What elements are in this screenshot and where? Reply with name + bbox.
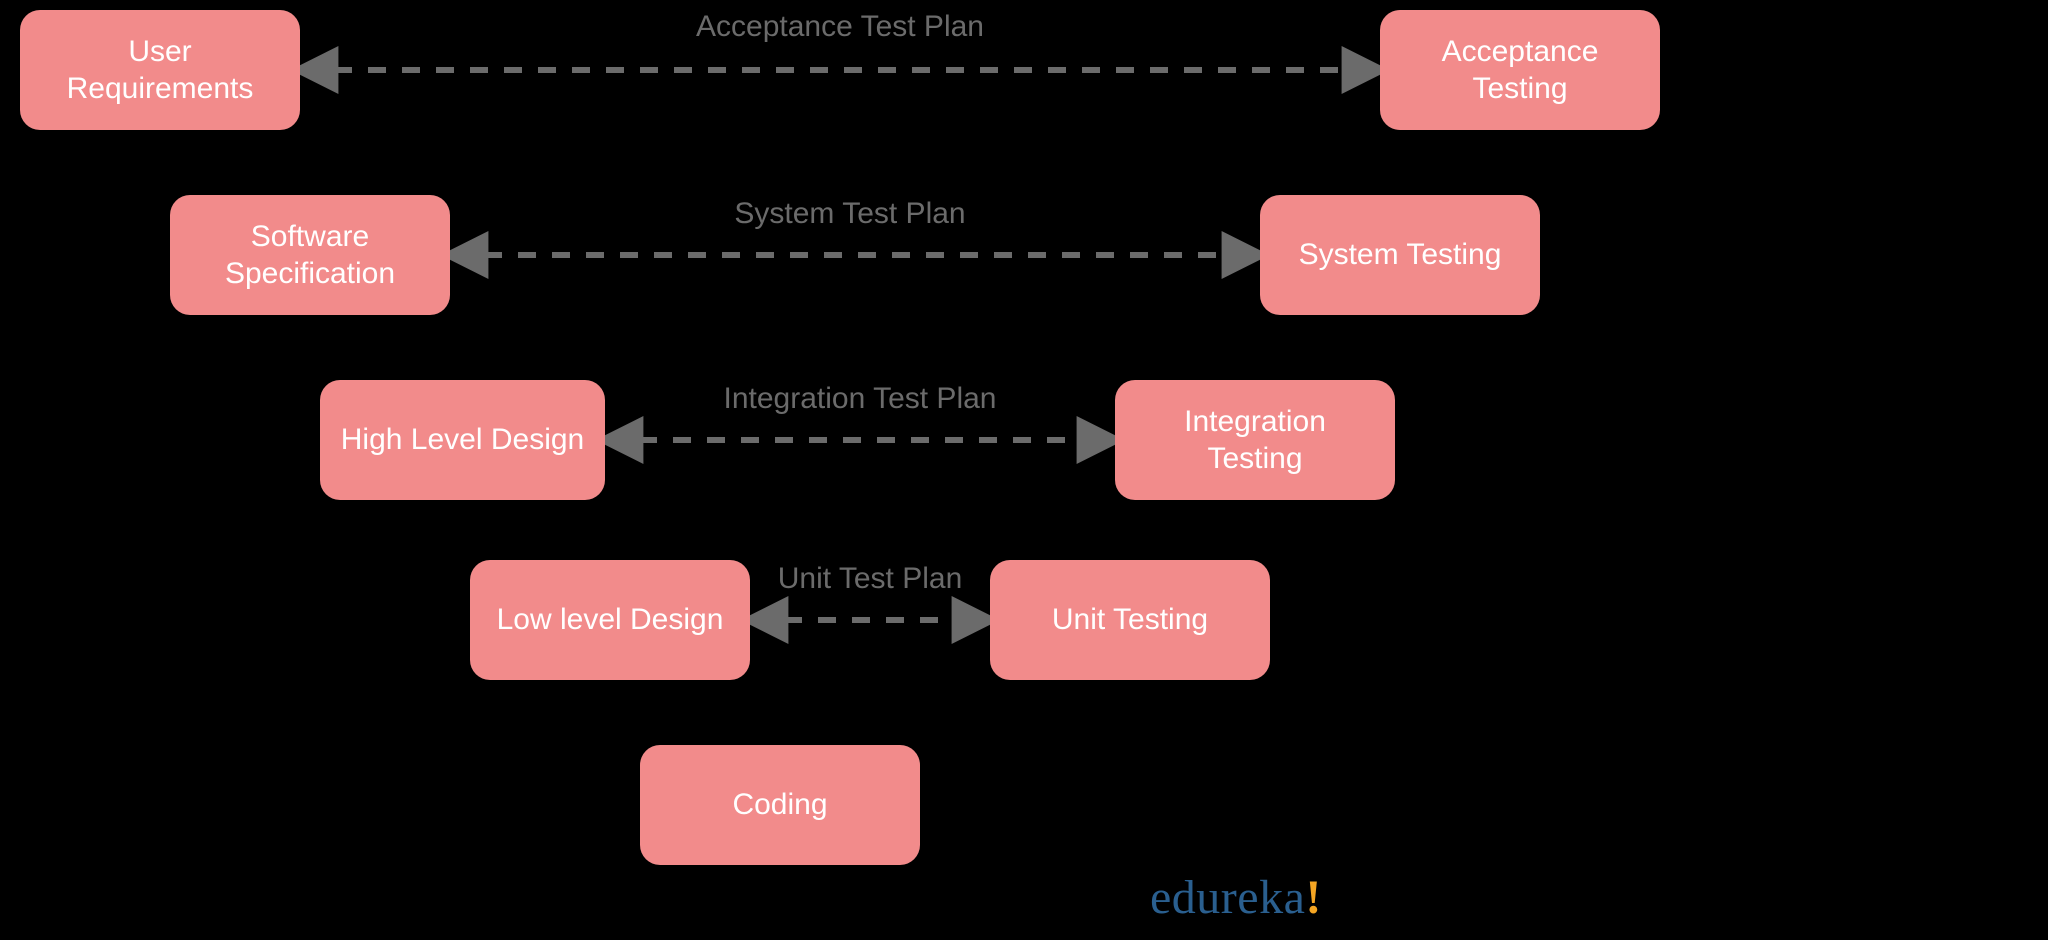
node-low-level-design: Low level Design <box>470 560 750 680</box>
connectors-layer <box>0 0 2048 940</box>
node-coding: Coding <box>640 745 920 865</box>
brand-logo: edureka! <box>1150 870 1322 925</box>
brand-name: edureka <box>1150 871 1305 924</box>
label-unit-plan: Unit Test Plan <box>760 562 980 596</box>
node-software-specification: Software Specification <box>170 195 450 315</box>
node-high-level-design: High Level Design <box>320 380 605 500</box>
label-acceptance-plan: Acceptance Test Plan <box>660 10 1020 44</box>
node-unit-testing: Unit Testing <box>990 560 1270 680</box>
node-system-testing: System Testing <box>1260 195 1540 315</box>
v-model-diagram: { "nodes": { "user_requirements": "User\… <box>0 0 2048 940</box>
label-system-plan: System Test Plan <box>700 197 1000 231</box>
node-user-requirements: User Requirements <box>20 10 300 130</box>
node-integration-testing: Integration Testing <box>1115 380 1395 500</box>
label-integration-plan: Integration Test Plan <box>680 382 1040 416</box>
brand-bang-icon: ! <box>1305 871 1321 924</box>
node-acceptance-testing: Acceptance Testing <box>1380 10 1660 130</box>
